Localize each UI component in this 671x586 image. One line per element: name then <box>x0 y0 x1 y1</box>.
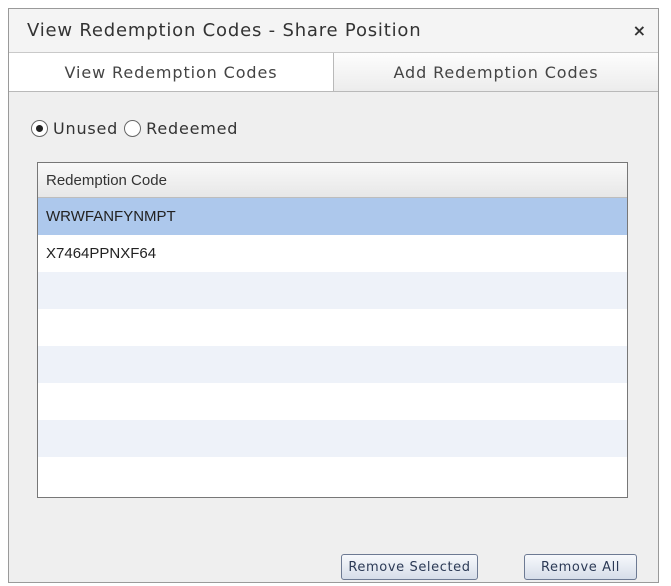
radio-redeemed[interactable]: Redeemed <box>124 119 238 138</box>
redemption-codes-dialog: View Redemption Codes - Share Position ×… <box>8 8 659 583</box>
remove-all-button[interactable]: Remove All <box>524 554 637 580</box>
dialog-title: View Redemption Codes - Share Position <box>27 20 422 41</box>
tab-add-redemption-codes[interactable]: Add Redemption Codes <box>333 53 658 91</box>
table-row[interactable] <box>38 346 627 383</box>
radio-checked-icon[interactable] <box>31 120 48 137</box>
table-row[interactable] <box>38 309 627 346</box>
code-cell: WRWFANFYNMPT <box>46 208 176 225</box>
radio-unused-label: Unused <box>53 119 119 138</box>
dialog-titlebar: View Redemption Codes - Share Position × <box>9 9 658 53</box>
table-row[interactable]: X7464PPNXF64 <box>38 235 627 272</box>
tab-bar: View Redemption Codes Add Redemption Cod… <box>9 53 658 92</box>
table-row[interactable]: WRWFANFYNMPT <box>38 198 627 235</box>
radio-redeemed-label: Redeemed <box>146 119 239 138</box>
code-cell: X7464PPNXF64 <box>46 245 157 262</box>
table-row[interactable] <box>38 272 627 309</box>
redemption-codes-table: Redemption Code WRWFANFYNMPT X7464PPNXF6… <box>37 162 628 498</box>
remove-selected-button[interactable]: Remove Selected <box>341 554 478 580</box>
table-row[interactable] <box>38 383 627 420</box>
close-icon[interactable]: × <box>633 21 646 40</box>
status-filter: Unused Redeemed <box>31 119 244 138</box>
radio-unused[interactable]: Unused <box>31 119 118 138</box>
column-header-redemption-code[interactable]: Redemption Code <box>38 163 627 198</box>
radio-unchecked-icon[interactable] <box>124 120 142 137</box>
tab-view-redemption-codes[interactable]: View Redemption Codes <box>9 53 333 91</box>
table-row[interactable] <box>38 420 627 457</box>
table-row[interactable] <box>38 457 627 494</box>
